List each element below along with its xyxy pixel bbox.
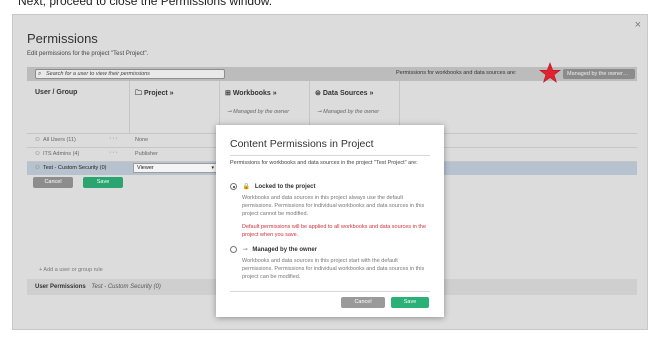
- dialog-divider: [230, 155, 430, 156]
- column-project-label: Project: [143, 90, 168, 97]
- option-locked-warning: Default permissions will be applied to a…: [242, 224, 427, 238]
- column-data-sources-label: Data Sources: [322, 90, 368, 97]
- permissions-toolbar: ⌕ Search for a user to view their permis…: [27, 62, 637, 83]
- data-sources-managed-text: Managed by the owner: [323, 109, 380, 115]
- expand-icon: »: [169, 90, 174, 97]
- search-input[interactable]: ⌕ Search for a user to view their permis…: [35, 69, 225, 79]
- column-data-sources[interactable]: ⊜ Data Sources » ⊸ Managed by the owner: [315, 89, 379, 129]
- row-name: All Users (11): [42, 137, 76, 143]
- folder-icon: 🗀: [135, 90, 142, 97]
- dialog-save-button[interactable]: Save: [391, 297, 429, 308]
- content-permissions-dialog: Content Permissions in Project Permissio…: [216, 125, 444, 317]
- workbook-icon: ⊞: [225, 90, 231, 97]
- user-permissions-value: Test - Custom Security (0): [91, 284, 161, 290]
- row-save-button[interactable]: Save: [83, 177, 123, 188]
- option-locked-desc: Workbooks and data sources in this proje…: [242, 195, 425, 217]
- search-icon: ⌕: [38, 71, 42, 77]
- data-sources-managed-label: ⊸ Managed by the owner: [317, 109, 379, 115]
- option-owner-desc: Workbooks and data sources in this proje…: [242, 258, 425, 280]
- more-icon[interactable]: ···: [109, 149, 119, 156]
- project-role-value: Viewer: [137, 165, 154, 171]
- expand-icon: »: [369, 90, 374, 97]
- option-locked[interactable]: 🔒 Locked to the project: [230, 183, 316, 190]
- group-icon: ⚇: [35, 151, 40, 157]
- row-cancel-button[interactable]: Cancel: [33, 177, 73, 188]
- radio-locked[interactable]: [230, 183, 237, 190]
- group-icon: ⚇: [35, 137, 40, 143]
- column-project[interactable]: 🗀 Project »: [135, 89, 174, 129]
- option-owner[interactable]: ⊸ Managed by the owner: [230, 246, 317, 253]
- row-project-role: Publisher: [135, 151, 158, 157]
- user-permissions-label: User Permissions: [35, 284, 86, 290]
- row-name: ITS Admins (4): [42, 151, 80, 157]
- project-role-select[interactable]: Viewer ▾: [133, 163, 217, 173]
- column-user-group: User / Group: [35, 89, 78, 96]
- dialog-cancel-button[interactable]: Cancel: [341, 297, 385, 308]
- owner-icon: ⊸: [227, 109, 232, 115]
- chevron-down-icon: ▾: [211, 165, 214, 171]
- dialog-footer-divider: [230, 291, 430, 292]
- tutorial-caption: Next, proceed to close the Permissions w…: [18, 0, 273, 8]
- radio-owner[interactable]: [230, 246, 237, 253]
- row-project-role: None: [135, 137, 149, 143]
- column-workbooks-label: Workbooks: [232, 90, 271, 97]
- lock-icon: 🔒: [242, 184, 251, 191]
- content-permissions-button[interactable]: Managed by the owner…: [563, 69, 635, 79]
- row-name: Test - Custom Security (0): [42, 165, 107, 171]
- owner-icon: ⊸: [317, 109, 322, 115]
- option-owner-title: Managed by the owner: [252, 247, 318, 254]
- more-icon[interactable]: ···: [109, 135, 119, 142]
- content-permissions-label: Permissions for workbooks and data sourc…: [396, 70, 517, 76]
- owner-icon: ⊸: [242, 247, 248, 254]
- workbooks-managed-text: Managed by the owner: [233, 109, 290, 115]
- column-workbooks[interactable]: ⊞ Workbooks » ⊸ Managed by the owner: [225, 89, 289, 129]
- option-locked-title: Locked to the project: [254, 184, 316, 191]
- data-source-icon: ⊜: [315, 90, 321, 97]
- page-title: Permissions: [27, 31, 98, 46]
- group-icon: ⚇: [35, 165, 40, 171]
- add-rule-link[interactable]: + Add a user or group rule: [39, 267, 103, 273]
- expand-icon: »: [272, 90, 277, 97]
- search-placeholder: Search for a user to view their permissi…: [46, 71, 150, 77]
- dialog-intro: Permissions for workbooks and data sourc…: [230, 160, 418, 166]
- dialog-title: Content Permissions in Project: [230, 138, 374, 150]
- workbooks-managed-label: ⊸ Managed by the owner: [227, 109, 289, 115]
- page-subtitle: Edit permissions for the project "Test P…: [27, 51, 149, 57]
- screenshot-stage: Next, proceed to close the Permissions w…: [0, 0, 654, 338]
- column-divider: [129, 81, 130, 133]
- close-icon[interactable]: ×: [635, 19, 641, 31]
